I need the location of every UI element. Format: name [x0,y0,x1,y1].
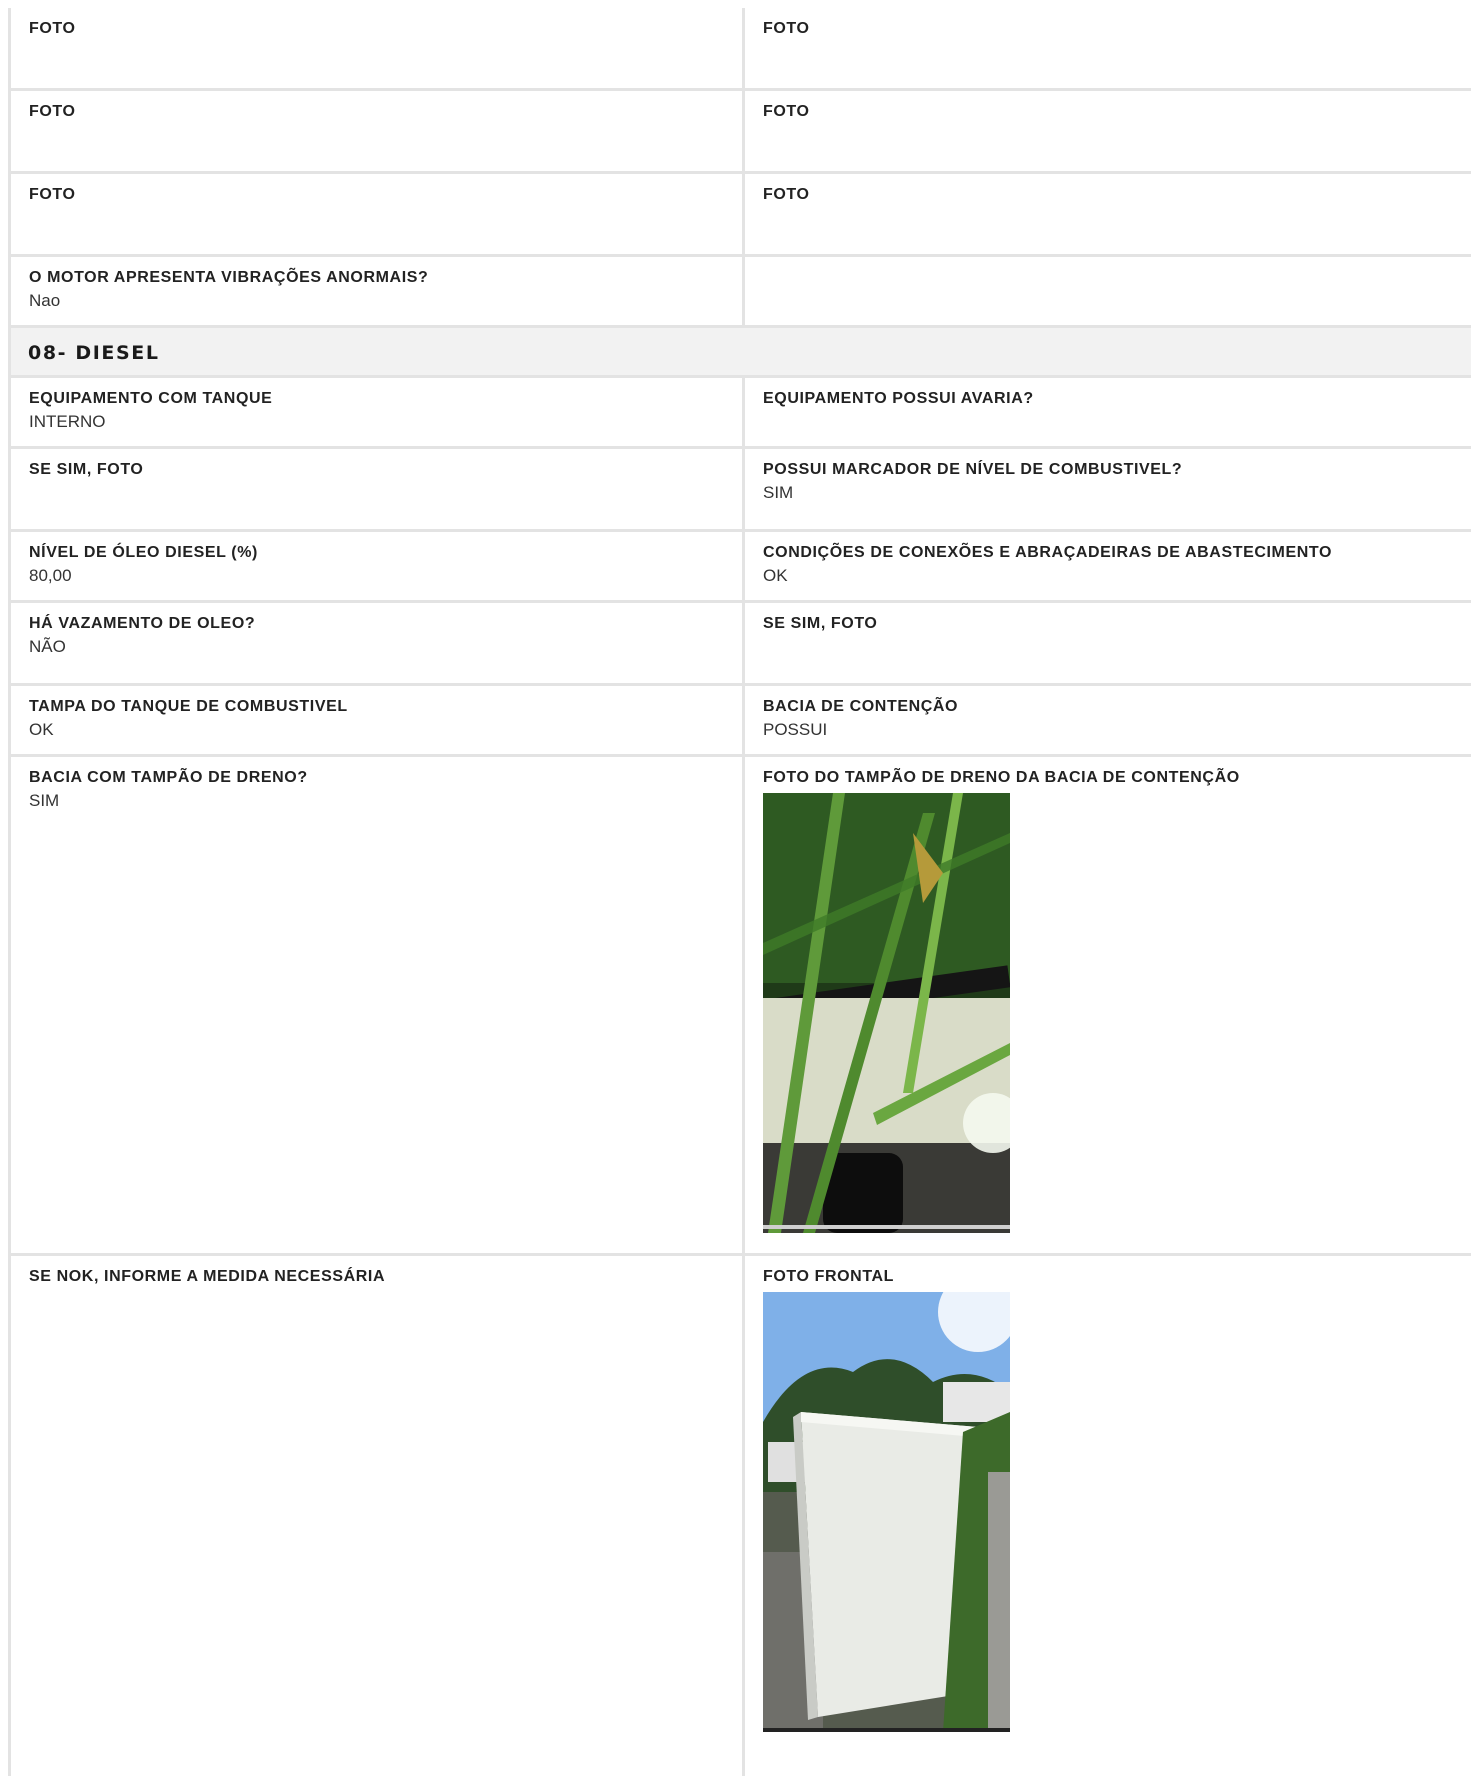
field-value: INTERNO [29,412,106,431]
field-label: FOTO DO TAMPÃO DE DRENO DA BACIA DE CONT… [763,769,1240,786]
field-cell: SE SIM, FOTO [745,603,1471,683]
table-row: FOTO FOTO [11,8,1471,91]
field-label: FOTO [763,103,810,120]
field-cell: SE SIM, FOTO [11,449,745,529]
section-header: 08- DIESEL [11,328,1471,378]
field-label: FOTO FRONTAL [763,1268,895,1285]
field-value: Nao [29,291,61,310]
field-cell: HÁ VAZAMENTO DE OLEO? NÃO [11,603,745,683]
table-row: TAMPA DO TANQUE DE COMBUSTIVEL OK BACIA … [11,686,1471,757]
report-sheet: FOTO FOTO FOTO FOTO FOTO FOTO O MOTOR AP… [8,8,1471,1776]
field-label: SE NOK, INFORME A MEDIDA NECESSÁRIA [29,1268,386,1285]
field-cell: NÍVEL DE ÓLEO DIESEL (%) 80,00 [11,532,745,600]
field-cell: FOTO [745,8,1471,88]
field-label: HÁ VAZAMENTO DE OLEO? [29,615,256,632]
field-value: NÃO [29,637,66,656]
empty-cell [745,257,1471,325]
field-label: SE SIM, FOTO [29,461,144,478]
field-cell: FOTO [11,91,745,171]
field-label: CONDIÇÕES DE CONEXÕES E ABRAÇADEIRAS DE … [763,544,1333,561]
field-label: NÍVEL DE ÓLEO DIESEL (%) [29,544,258,561]
field-label: TAMPA DO TANQUE DE COMBUSTIVEL [29,698,348,715]
field-label: EQUIPAMENTO COM TANQUE [29,390,273,407]
field-value: SIM [763,483,794,502]
field-label: FOTO [29,186,76,203]
table-row: HÁ VAZAMENTO DE OLEO? NÃO SE SIM, FOTO [11,603,1471,686]
table-row: O MOTOR APRESENTA VIBRAÇÕES ANORMAIS? Na… [11,257,1471,328]
table-row: FOTO FOTO [11,174,1471,257]
field-cell: TAMPA DO TANQUE DE COMBUSTIVEL OK [11,686,745,754]
field-cell: CONDIÇÕES DE CONEXÕES E ABRAÇADEIRAS DE … [745,532,1471,600]
field-value: OK [29,720,54,739]
field-cell: FOTO [11,174,745,254]
field-value: 80,00 [29,566,72,585]
field-label: FOTO [29,20,76,37]
field-label: EQUIPAMENTO POSSUI AVARIA? [763,390,1034,407]
field-label: O MOTOR APRESENTA VIBRAÇÕES ANORMAIS? [29,269,429,286]
field-label: BACIA DE CONTENÇÃO [763,698,959,715]
table-row: SE NOK, INFORME A MEDIDA NECESSÁRIA FOTO… [11,1256,1471,1776]
field-label: POSSUI MARCADOR DE NÍVEL DE COMBUSTIVEL? [763,461,1183,478]
table-row: EQUIPAMENTO COM TANQUE INTERNO EQUIPAMEN… [11,378,1471,449]
table-row: BACIA COM TAMPÃO DE DRENO? SIM FOTO DO T… [11,757,1471,1256]
field-cell: FOTO [745,174,1471,254]
front-photo[interactable] [763,1292,1010,1732]
field-cell: EQUIPAMENTO COM TANQUE INTERNO [11,378,745,446]
field-cell: FOTO DO TAMPÃO DE DRENO DA BACIA DE CONT… [745,757,1471,1253]
field-label: SE SIM, FOTO [763,615,878,632]
field-label: FOTO [763,20,810,37]
table-row: NÍVEL DE ÓLEO DIESEL (%) 80,00 CONDIÇÕES… [11,532,1471,603]
field-cell: BACIA DE CONTENÇÃO POSSUI [745,686,1471,754]
field-label: BACIA COM TAMPÃO DE DRENO? [29,769,308,786]
field-cell: O MOTOR APRESENTA VIBRAÇÕES ANORMAIS? Na… [11,257,745,325]
field-cell: FOTO [745,91,1471,171]
drain-plug-photo[interactable] [763,793,1010,1233]
field-label: FOTO [29,103,76,120]
field-cell: BACIA COM TAMPÃO DE DRENO? SIM [11,757,745,1253]
table-row: FOTO FOTO [11,91,1471,174]
field-cell: SE NOK, INFORME A MEDIDA NECESSÁRIA [11,1256,745,1776]
field-value: OK [763,566,788,585]
table-row: SE SIM, FOTO POSSUI MARCADOR DE NÍVEL DE… [11,449,1471,532]
field-label: FOTO [763,186,810,203]
field-cell: POSSUI MARCADOR DE NÍVEL DE COMBUSTIVEL?… [745,449,1471,529]
field-cell: FOTO FRONTAL [745,1256,1471,1776]
field-value: POSSUI [763,720,828,739]
field-value: SIM [29,791,60,810]
field-cell: FOTO [11,8,745,88]
field-cell: EQUIPAMENTO POSSUI AVARIA? [745,378,1471,446]
